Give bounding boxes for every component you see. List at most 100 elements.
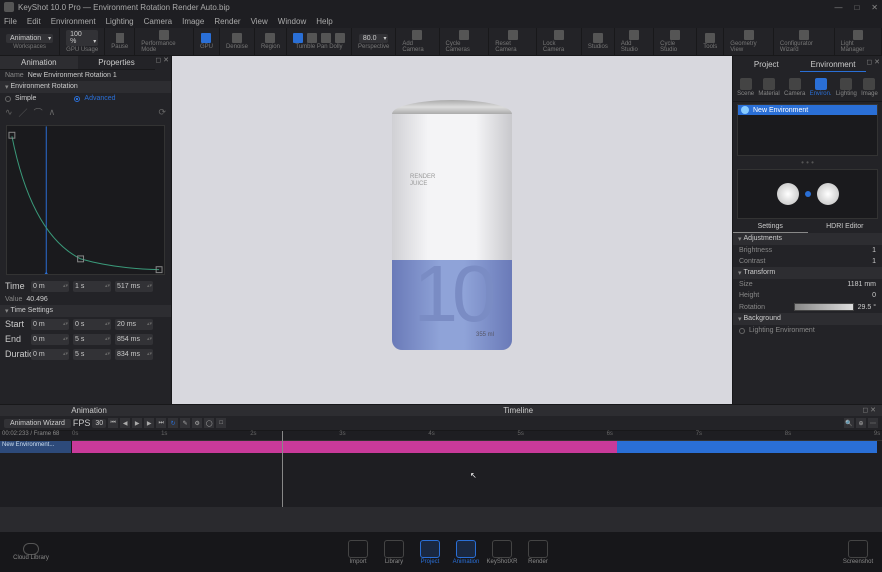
step-back-button[interactable]: ◀ <box>120 418 130 428</box>
loop-button[interactable]: ↻ <box>168 418 178 428</box>
subtab-settings[interactable]: Settings <box>733 221 808 233</box>
cfgwiz-icon[interactable] <box>799 30 809 40</box>
menu-render[interactable]: Render <box>214 17 240 26</box>
time-min[interactable]: 0 m <box>31 281 69 292</box>
region-icon[interactable] <box>265 33 275 43</box>
rotation-val[interactable]: 29.5 ° <box>858 304 876 311</box>
size-val[interactable]: 1181 mm <box>847 281 876 288</box>
menu-anim-icon[interactable]: ⋯ <box>868 418 878 428</box>
lightmgr-icon[interactable] <box>853 30 863 40</box>
menu-edit[interactable]: Edit <box>27 17 41 26</box>
tool-a-icon[interactable]: ◯ <box>204 418 214 428</box>
start-m[interactable]: 0 m <box>31 319 69 330</box>
timeline[interactable]: 00:02:233 / Frame 68 0s 1s 2s 3s 4s 5s 6… <box>0 431 882 507</box>
contrast-val[interactable]: 1 <box>872 258 876 265</box>
addcam-icon[interactable] <box>412 30 422 40</box>
curve-tool-1[interactable]: ∿ <box>5 107 13 118</box>
studios-icon[interactable] <box>593 33 603 43</box>
preview-button[interactable]: ✎ <box>180 418 190 428</box>
dur-s[interactable]: 5 s <box>73 349 111 360</box>
fps-value[interactable]: 30 <box>92 419 106 428</box>
proj-camera[interactable]: Camera <box>784 78 805 97</box>
section-time-settings[interactable]: Time Settings <box>0 305 171 317</box>
curve-editor[interactable] <box>6 125 165 275</box>
height-val[interactable]: 0 <box>872 292 876 299</box>
playhead[interactable] <box>282 431 283 507</box>
proj-lighting[interactable]: Lighting <box>836 78 857 97</box>
value-val[interactable]: 40.496 <box>26 296 47 303</box>
maximize-button[interactable]: □ <box>854 3 859 12</box>
clip-tail[interactable] <box>617 441 877 453</box>
menu-window[interactable]: Window <box>278 17 306 26</box>
settings-anim-icon[interactable]: ⚙ <box>192 418 202 428</box>
tools-icon[interactable] <box>705 33 715 43</box>
curve-tool-4[interactable]: ∧ <box>49 107 56 118</box>
radio-simple[interactable] <box>5 96 11 102</box>
pause-icon[interactable] <box>116 33 124 43</box>
undock-icon[interactable]: ◻ <box>155 56 161 70</box>
tumble-icon[interactable] <box>307 33 317 43</box>
workspace-drop[interactable]: Animation <box>6 34 53 43</box>
tab-environment[interactable]: Environment <box>800 58 867 72</box>
section-transform[interactable]: Transform <box>733 267 882 279</box>
gpu-icon[interactable] <box>201 33 211 43</box>
anim-wizard-button[interactable]: Animation Wizard <box>4 419 71 428</box>
import-button[interactable]: Import <box>340 540 376 565</box>
cloud-library-button[interactable]: Cloud Library <box>6 543 56 561</box>
hdri-light-2[interactable] <box>817 183 839 205</box>
keyshotxr-button[interactable]: KeyShotXR <box>484 540 520 565</box>
curve-tool-3[interactable]: ⌒ <box>34 106 43 119</box>
close-button[interactable]: ✕ <box>871 3 878 12</box>
dolly-icon[interactable] <box>335 33 345 43</box>
close-panel-icon[interactable]: ✕ <box>163 56 169 70</box>
name-value[interactable]: New Environment Rotation 1 <box>28 72 117 79</box>
undock-anim-icon[interactable]: ◻ <box>862 406 868 415</box>
tumble-c-icon[interactable] <box>293 33 303 43</box>
curve-reset-icon[interactable]: ⟳ <box>158 107 166 118</box>
resetcam-icon[interactable] <box>508 30 518 40</box>
close-right-icon[interactable]: ✕ <box>874 58 880 72</box>
curve-tool-2[interactable]: ／ <box>19 106 28 119</box>
goto-end-button[interactable]: ⏭ <box>156 418 166 428</box>
menu-camera[interactable]: Camera <box>144 17 172 26</box>
render-viewport[interactable]: RENDERJUICE 10 355 ml <box>172 56 732 404</box>
minimize-button[interactable]: — <box>834 3 842 12</box>
cyclecam-icon[interactable] <box>459 30 469 40</box>
hdri-preview[interactable] <box>737 169 878 219</box>
addstudio-icon[interactable] <box>629 30 639 40</box>
undock-right-icon[interactable]: ◻ <box>866 58 872 72</box>
library-button[interactable]: Library <box>376 540 412 565</box>
goto-start-button[interactable]: ⏮ <box>108 418 118 428</box>
section-adjustments[interactable]: Adjustments <box>733 233 882 245</box>
close-anim-icon[interactable]: ✕ <box>870 406 876 415</box>
proj-image[interactable]: Image <box>861 78 878 97</box>
section-background[interactable]: Background <box>733 313 882 325</box>
subtab-hdri[interactable]: HDRI Editor <box>808 221 882 233</box>
animation-clip[interactable] <box>72 441 617 453</box>
pan-icon[interactable] <box>321 33 331 43</box>
proj-material[interactable]: Material <box>758 78 779 97</box>
environment-list[interactable]: New Environment <box>737 104 878 156</box>
time-sec[interactable]: 1 s <box>73 281 111 292</box>
zoom-fit-icon[interactable]: ⊕ <box>856 418 866 428</box>
tab-project[interactable]: Project <box>733 58 800 72</box>
rotation-slider[interactable] <box>794 303 854 311</box>
env-item[interactable]: New Environment <box>738 105 877 115</box>
render-button[interactable]: Render <box>520 540 556 565</box>
step-fwd-button[interactable]: ▶ <box>144 418 154 428</box>
start-s[interactable]: 0 s <box>73 319 111 330</box>
menu-image[interactable]: Image <box>182 17 204 26</box>
radio-advanced[interactable] <box>74 96 80 102</box>
end-ms[interactable]: 854 ms <box>115 334 153 345</box>
tab-properties[interactable]: Properties <box>78 56 156 70</box>
persp-num[interactable]: 80.0 <box>359 34 389 43</box>
screenshot-button[interactable]: Screenshot <box>840 540 876 565</box>
project-button[interactable]: Project <box>412 540 448 565</box>
menu-lighting[interactable]: Lighting <box>106 17 134 26</box>
section-env-rotation[interactable]: Environment Rotation <box>0 81 171 93</box>
animation-button[interactable]: Animation <box>448 540 484 565</box>
menu-environment[interactable]: Environment <box>51 17 96 26</box>
perf-icon[interactable] <box>159 30 169 40</box>
play-button[interactable]: ▶ <box>132 418 142 428</box>
menu-file[interactable]: File <box>4 17 17 26</box>
